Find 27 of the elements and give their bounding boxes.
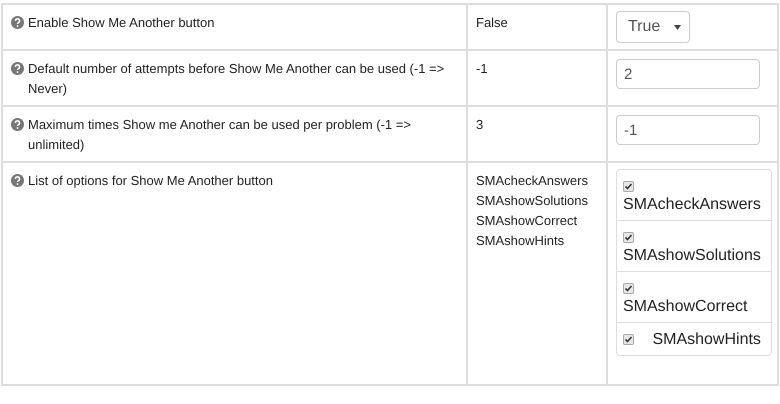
setting-label: Enable Show Me Another button <box>28 14 214 32</box>
help-icon[interactable] <box>11 16 24 29</box>
option-label: SMAcheckAnswers <box>623 196 761 213</box>
setting-label: Maximum times Show me Another can be used per problem (-1 => unlimited) <box>28 116 412 154</box>
option-label: SMAshowCorrect <box>623 298 748 315</box>
default-value: 3 <box>476 116 484 134</box>
checkbox[interactable] <box>623 334 634 345</box>
help-icon[interactable] <box>11 62 24 75</box>
setting-label: List of options for Show Me Another button <box>28 172 273 190</box>
default-value: SMAshowHints <box>476 232 566 250</box>
setting-label: Default number of attempts before Show Me Another can be used (-1 => Never) <box>28 60 446 98</box>
help-icon[interactable] <box>11 118 24 131</box>
option-label: SMAshowHints <box>652 331 761 348</box>
default-value: False <box>476 14 509 32</box>
value-select[interactable]: True <box>616 11 690 43</box>
caret-icon <box>674 24 681 30</box>
default-value: SMAshowCorrect <box>476 212 578 230</box>
default-value: SMAshowSolutions <box>476 192 589 210</box>
help-icon[interactable] <box>11 174 24 187</box>
checkbox[interactable] <box>623 232 634 243</box>
checkbox[interactable] <box>623 283 634 294</box>
option-label: SMAshowSolutions <box>623 247 761 264</box>
default-value: SMAcheckAnswers <box>476 172 589 190</box>
input-field[interactable]: 2 <box>616 59 760 89</box>
default-value: -1 <box>476 60 489 78</box>
input-field[interactable]: -1 <box>616 115 760 145</box>
checkbox[interactable] <box>623 181 634 192</box>
